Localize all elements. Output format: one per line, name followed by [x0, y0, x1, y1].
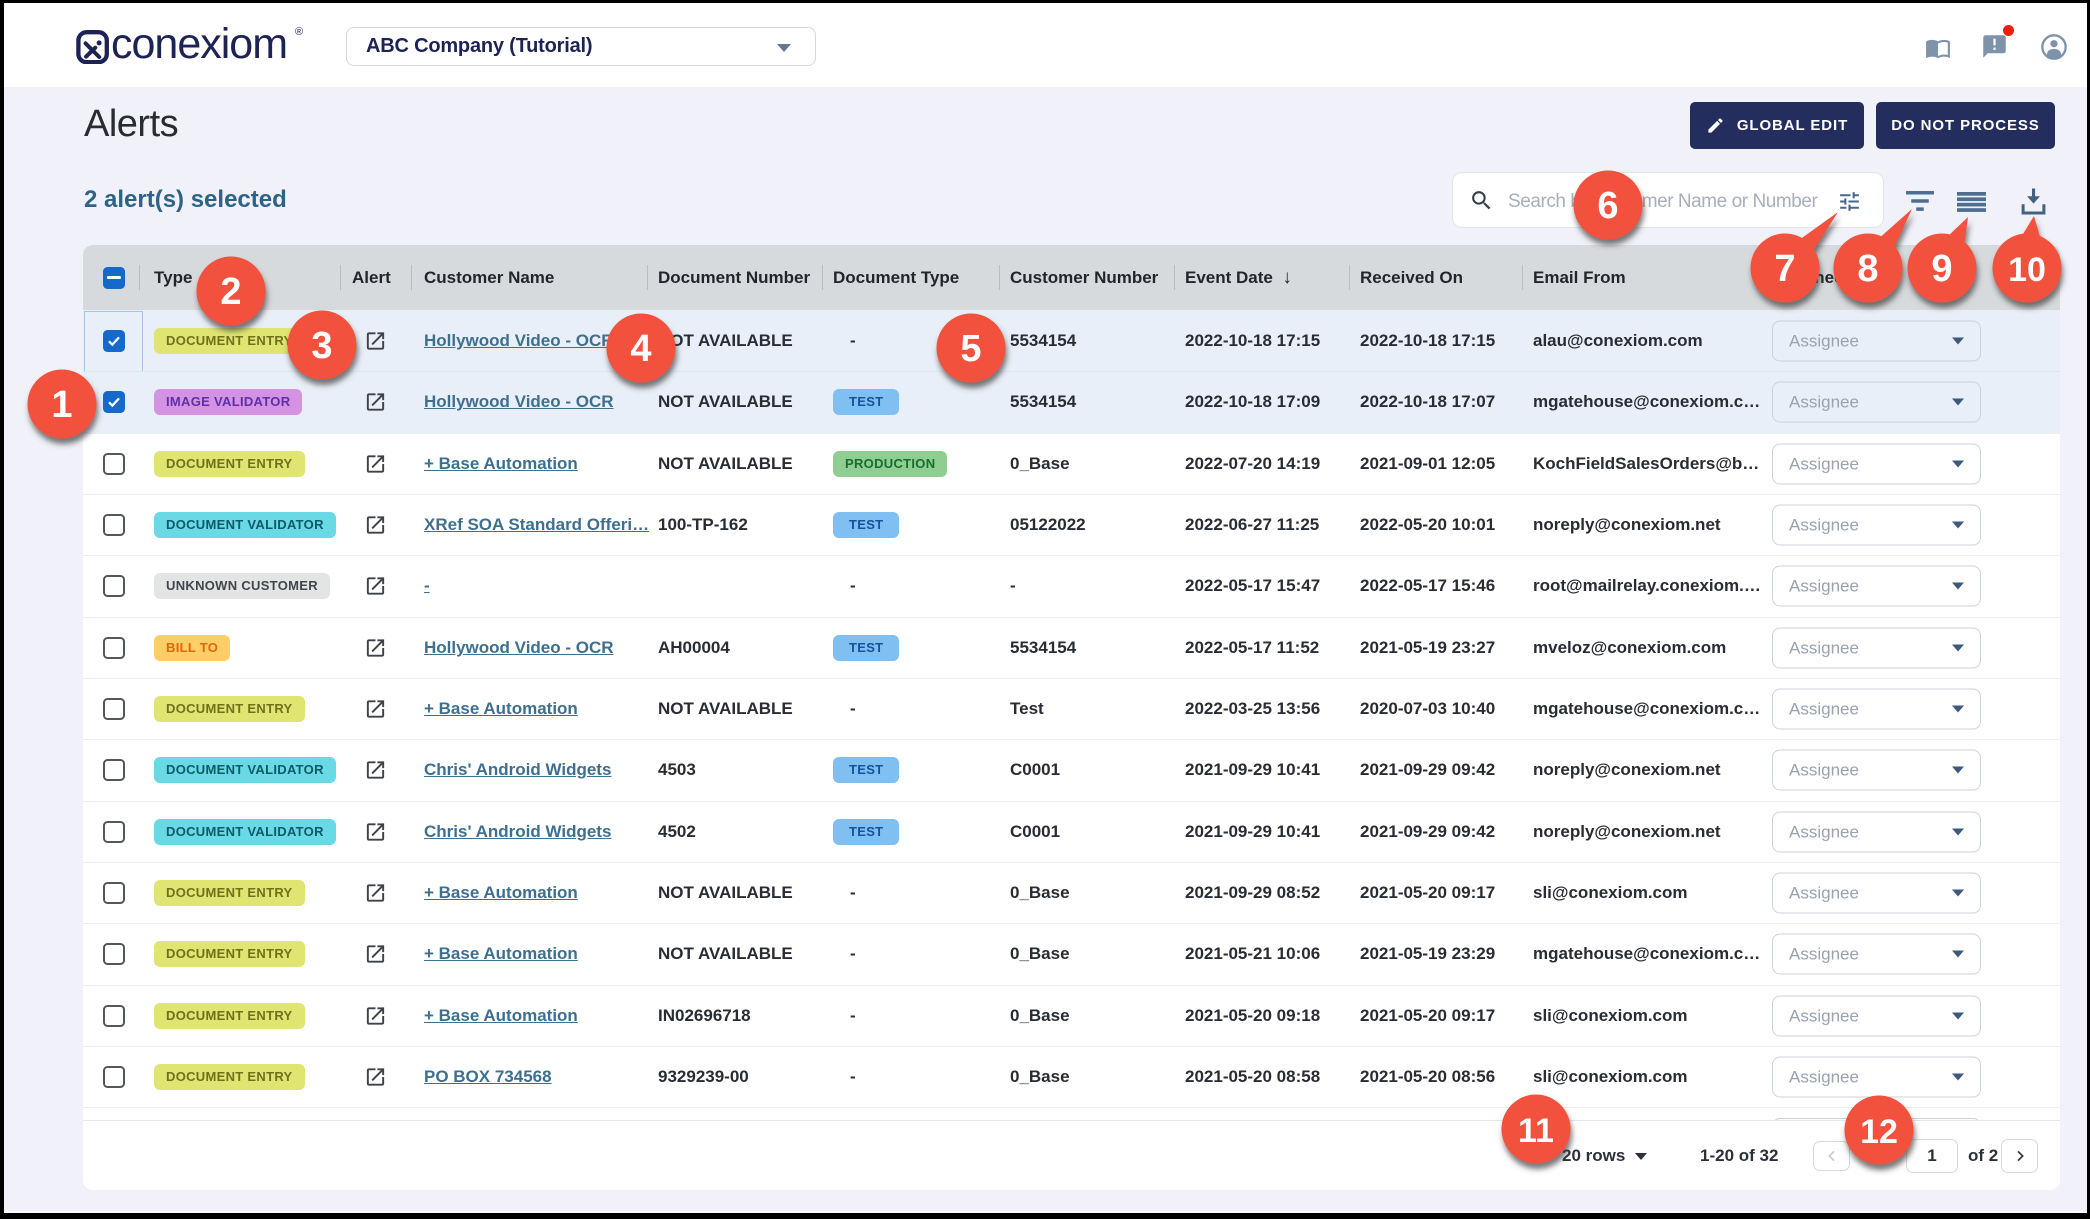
svg-text:1: 1: [51, 384, 72, 426]
